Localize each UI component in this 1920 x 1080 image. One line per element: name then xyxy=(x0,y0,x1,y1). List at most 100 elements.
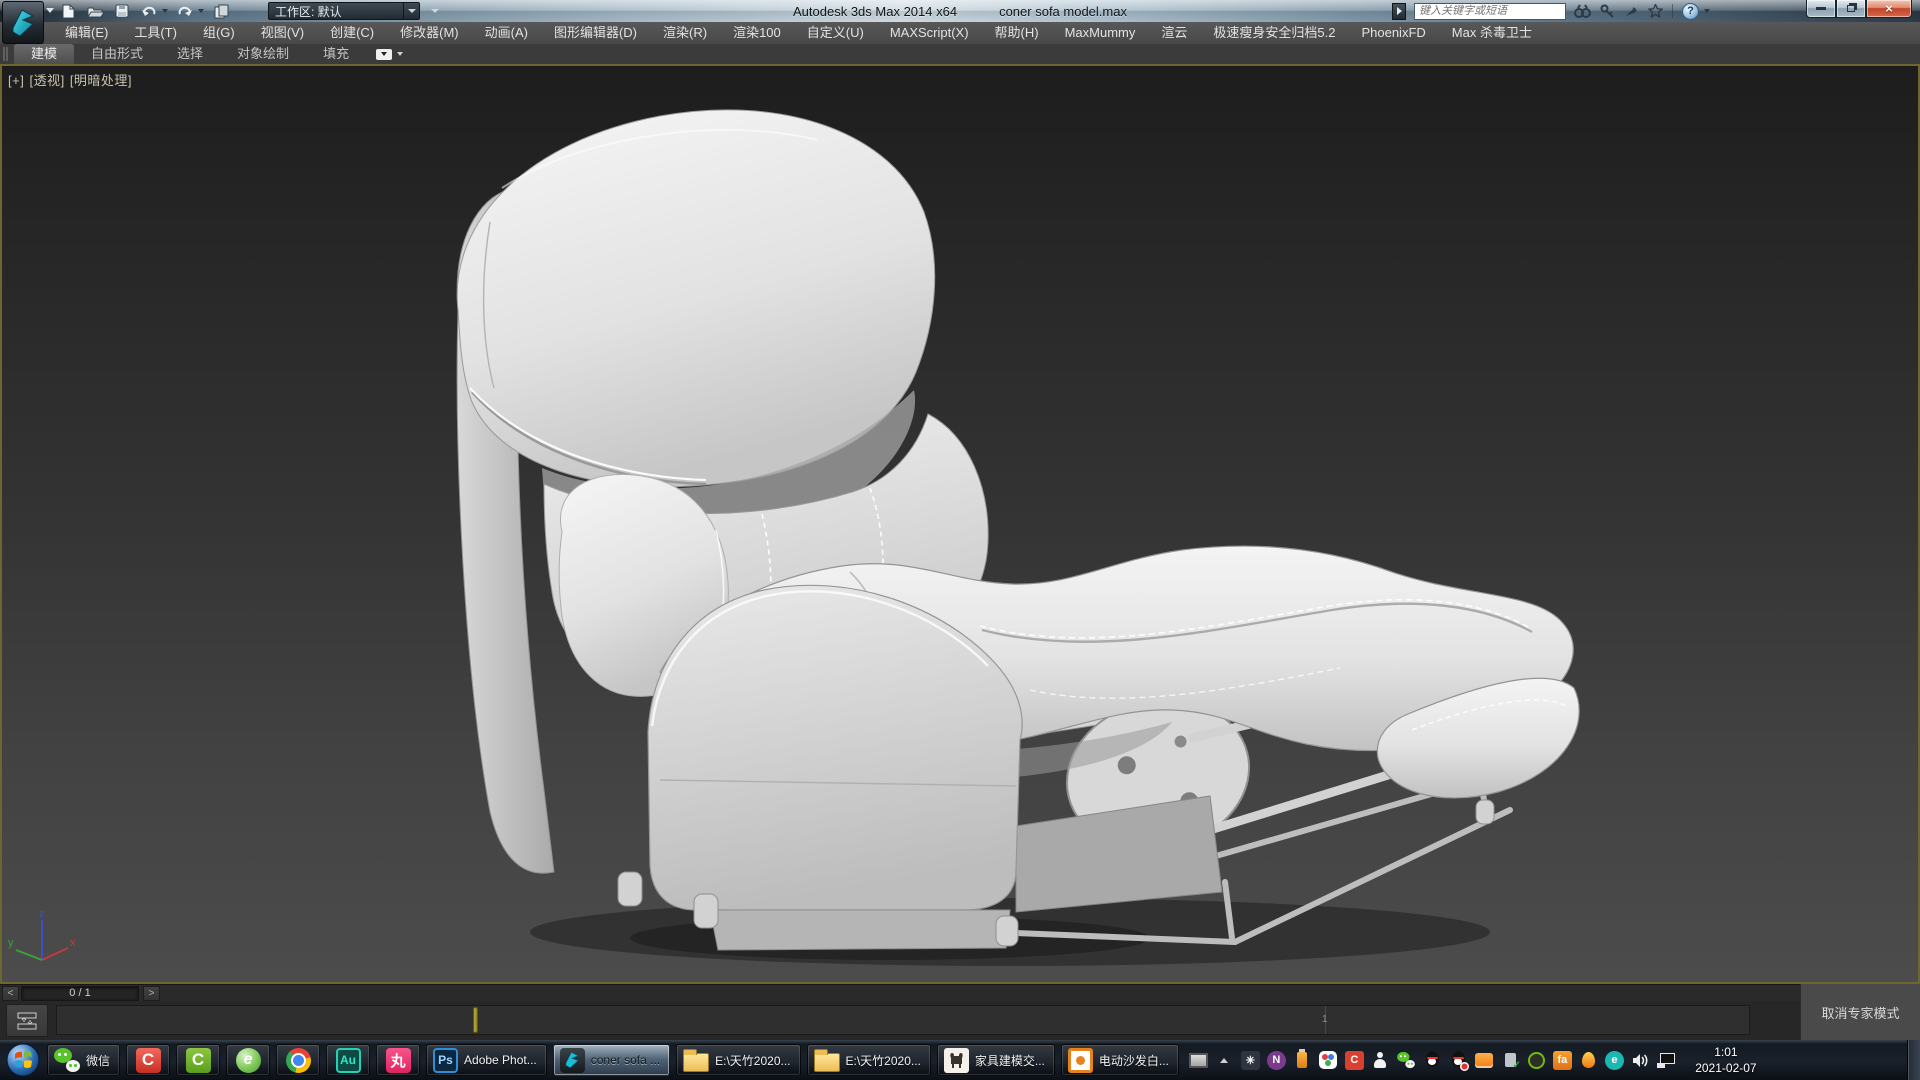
qat-customize-flyout[interactable] xyxy=(426,2,444,20)
sign-in-key-icon[interactable] xyxy=(1600,4,1615,18)
infocenter-expand-arrow-icon[interactable] xyxy=(1392,3,1406,20)
tray-qq-offline-icon[interactable] xyxy=(1449,1051,1468,1070)
tray-capture-tool-icon[interactable]: N xyxy=(1267,1051,1286,1070)
taskbar-audition-button[interactable]: Au xyxy=(326,1044,370,1076)
tray-usb-drive-icon[interactable] xyxy=(1293,1051,1312,1070)
ribbon-drag-handle[interactable] xyxy=(3,47,8,61)
sofa-model[interactable] xyxy=(330,70,1630,980)
menu-customize[interactable]: 自定义(U) xyxy=(794,22,877,44)
taskbar-folder-b-button[interactable]: E:\天竹2020... xyxy=(807,1044,931,1076)
taskbar-folder-a-button[interactable]: E:\天竹2020... xyxy=(676,1044,800,1076)
time-slider-row: < 0 / 1 > xyxy=(0,984,1920,1001)
max-application-button[interactable] xyxy=(2,1,44,44)
workspace-dropdown-caret-icon[interactable] xyxy=(403,3,419,19)
menu-group[interactable]: 组(G) xyxy=(190,22,248,44)
show-hidden-icons-button[interactable] xyxy=(1215,1051,1234,1070)
help-button[interactable]: ? xyxy=(1682,3,1699,20)
menu-maxmummy[interactable]: MaxMummy xyxy=(1052,22,1149,44)
menu-create[interactable]: 创建(C) xyxy=(317,22,387,44)
tray-camtasia-icon[interactable]: C xyxy=(1345,1051,1364,1070)
world-axis-tripod: z x y xyxy=(6,908,86,978)
taskbar-camtasia-recorder-button[interactable]: C xyxy=(126,1044,170,1076)
menu-graph-editors[interactable]: 图形编辑器(D) xyxy=(541,22,650,44)
time-slider-marker[interactable] xyxy=(473,1007,478,1033)
perspective-viewport[interactable]: [+] [透视] [明暗处理] xyxy=(0,66,1920,984)
redo-dropdown-caret-icon[interactable] xyxy=(198,9,204,13)
restore-button[interactable] xyxy=(1836,0,1866,18)
tray-network-icon[interactable] xyxy=(1657,1051,1676,1070)
viewport-general-menu[interactable]: [+] xyxy=(8,73,24,88)
menu-tools[interactable]: 工具(T) xyxy=(121,22,190,44)
undo-button[interactable] xyxy=(139,3,159,20)
viewport-pov-menu[interactable]: [透视] xyxy=(29,73,64,88)
tray-antivirus-icon[interactable]: e xyxy=(1605,1051,1624,1070)
project-folder-button[interactable] xyxy=(211,3,231,20)
search-input[interactable] xyxy=(1414,3,1566,20)
menu-renderyun[interactable]: 渲云 xyxy=(1148,22,1200,44)
help-dropdown-caret-icon[interactable] xyxy=(1704,9,1710,13)
taskbar-furniture-image-button[interactable]: 家具建模交... xyxy=(937,1044,1055,1076)
cancel-expert-mode-button[interactable]: 取消专家模式 xyxy=(1800,984,1920,1040)
menu-render100[interactable]: 渲染100 xyxy=(720,22,794,44)
tray-gpu-settings-icon[interactable] xyxy=(1527,1051,1546,1070)
infocenter-tools: ? xyxy=(1574,3,1710,20)
start-button[interactable] xyxy=(5,1042,41,1078)
taskbar-wechat-button[interactable]: 微信 xyxy=(47,1044,120,1076)
current-frame-display[interactable]: 0 / 1 xyxy=(21,986,139,1001)
redo-button[interactable] xyxy=(175,3,195,20)
menu-help[interactable]: 帮助(H) xyxy=(982,22,1052,44)
taskbar-wan-button[interactable]: 丸 xyxy=(376,1044,420,1076)
menu-maxscript[interactable]: MAXScript(X) xyxy=(877,22,982,44)
communication-center-icon[interactable] xyxy=(1624,4,1639,18)
mini-curve-editor-button[interactable] xyxy=(6,1004,48,1037)
tray-qq-icon[interactable] xyxy=(1423,1051,1442,1070)
show-desktop-button[interactable] xyxy=(1907,1040,1920,1080)
taskbar-photoshop-button[interactable]: Ps Adobe Phot... xyxy=(426,1044,547,1076)
tray-volume-icon[interactable] xyxy=(1631,1051,1650,1070)
tab-populate[interactable]: 填充 xyxy=(306,44,366,64)
save-file-button[interactable] xyxy=(112,3,132,20)
menu-slim-archive[interactable]: 极速瘦身安全归档5.2 xyxy=(1200,22,1348,44)
tray-image-viewer-icon[interactable]: fa xyxy=(1553,1051,1572,1070)
open-file-button[interactable] xyxy=(85,3,105,20)
tab-freeform[interactable]: 自由形式 xyxy=(74,44,160,64)
tray-reader-icon[interactable] xyxy=(1371,1051,1390,1070)
tray-flame-icon[interactable] xyxy=(1579,1051,1598,1070)
new-file-button[interactable] xyxy=(58,3,78,20)
search-binoculars-icon[interactable] xyxy=(1574,4,1591,18)
close-button[interactable]: × xyxy=(1866,0,1912,18)
workspace-selector[interactable]: 工作区: 默认 xyxy=(268,2,420,20)
menu-antivirus[interactable]: Max 杀毒卫士 xyxy=(1439,22,1545,44)
tray-color-circles-icon[interactable] xyxy=(1319,1051,1338,1070)
taskbar-chrome-button[interactable] xyxy=(276,1044,320,1076)
favorites-star-icon[interactable] xyxy=(1648,4,1663,18)
tray-wangwang-icon[interactable] xyxy=(1475,1051,1494,1070)
folder-a-label: E:\天竹2020... xyxy=(715,1052,790,1069)
tab-modeling[interactable]: 建模 xyxy=(14,44,74,64)
tray-app-icon[interactable]: ✳ xyxy=(1241,1051,1260,1070)
menu-modifiers[interactable]: 修改器(M) xyxy=(387,22,472,44)
tray-safely-remove-hardware-icon[interactable] xyxy=(1501,1051,1520,1070)
tray-wechat-icon[interactable] xyxy=(1397,1051,1416,1070)
taskbar-browser-button[interactable]: e xyxy=(226,1044,270,1076)
minimize-button[interactable] xyxy=(1806,0,1836,18)
viewport-shading-menu[interactable]: [明暗处理] xyxy=(70,73,132,88)
undo-dropdown-caret-icon[interactable] xyxy=(162,9,168,13)
input-method-keyboard-icon[interactable] xyxy=(1189,1051,1208,1070)
ribbon-minimize-control[interactable] xyxy=(376,49,403,60)
next-frame-button[interactable]: > xyxy=(143,986,160,1001)
taskbar-clock[interactable]: 1:01 2021-02-07 xyxy=(1684,1044,1768,1076)
menu-views[interactable]: 视图(V) xyxy=(248,22,317,44)
tab-selection[interactable]: 选择 xyxy=(160,44,220,64)
menu-rendering[interactable]: 渲染(R) xyxy=(650,22,720,44)
tab-object-paint[interactable]: 对象绘制 xyxy=(220,44,306,64)
taskbar-sofa-image-button[interactable]: 电动沙发白... xyxy=(1061,1044,1179,1076)
previous-frame-button[interactable]: < xyxy=(2,986,19,1001)
app-menu-caret-icon[interactable] xyxy=(46,8,54,13)
track-bar[interactable]: 1 xyxy=(56,1005,1750,1035)
menu-edit[interactable]: 编辑(E) xyxy=(52,22,121,44)
menu-phoenixfd[interactable]: PhoenixFD xyxy=(1348,22,1438,44)
menu-animation[interactable]: 动画(A) xyxy=(472,22,541,44)
taskbar-3dsmax-button[interactable]: coner sofa ... xyxy=(553,1044,670,1076)
taskbar-camtasia-studio-button[interactable]: C xyxy=(176,1044,220,1076)
